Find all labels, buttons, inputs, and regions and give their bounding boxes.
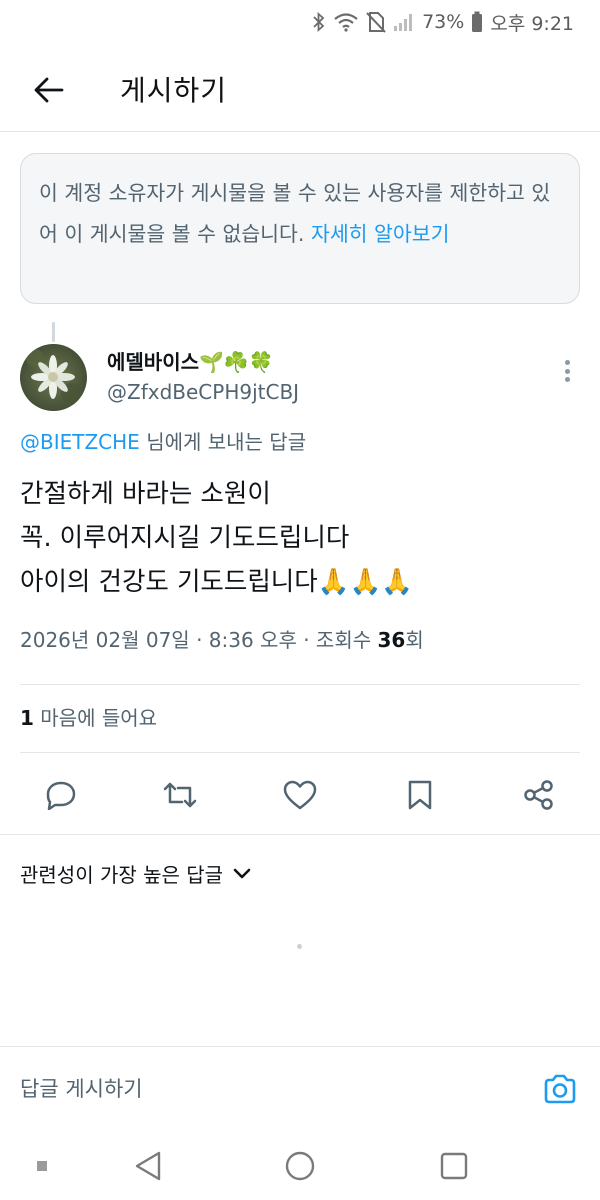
reply-input[interactable]: 답글 게시하기 xyxy=(20,1073,143,1103)
status-bar: 73% 오후 9:21 xyxy=(0,0,600,44)
reply-suffix: 님에게 보내는 답글 xyxy=(146,430,307,454)
square-recents-icon xyxy=(440,1152,468,1180)
chevron-down-icon xyxy=(233,868,251,878)
more-dot-icon xyxy=(564,360,570,365)
view-count: 36 xyxy=(377,628,406,652)
post-text: 간절하게 바라는 소원이 꼭. 이루어지시길 기도드립니다 아이의 건강도 기도… xyxy=(20,472,580,604)
author-handle[interactable]: @ZfxdBeCPH9jtCBJ xyxy=(107,380,299,404)
bluetooth-icon xyxy=(312,12,326,32)
bookmark-button[interactable] xyxy=(397,772,443,818)
small-square-icon xyxy=(37,1161,47,1171)
system-nav-bar xyxy=(0,1132,600,1200)
nav-recents-button[interactable] xyxy=(434,1146,474,1186)
post-timestamp: 2026년 02월 07일 · 8:36 오후 · 조회수 xyxy=(20,628,378,652)
thread-connector-line xyxy=(52,322,55,342)
heart-icon xyxy=(283,780,317,810)
reply-icon xyxy=(46,781,76,810)
divider xyxy=(20,684,580,685)
arrow-left-icon xyxy=(34,77,64,103)
reply-composer: 답글 게시하기 xyxy=(0,1047,600,1131)
reply-context: @BIETZCHE 님에게 보내는 답글 xyxy=(20,426,306,455)
clock: 오후 9:21 xyxy=(490,12,574,35)
post-text-line: 간절하게 바라는 소원이 xyxy=(20,479,271,509)
share-button[interactable] xyxy=(516,772,562,818)
author-emoji: 🌱☘️🍀 xyxy=(199,350,274,374)
camera-icon xyxy=(544,1074,576,1104)
notice-text: 이 계정 소유자가 게시물을 볼 수 있는 사용자를 제한하고 있어 이 게시물… xyxy=(39,181,551,246)
author-name[interactable]: 에델바이스🌱☘️🍀 xyxy=(107,346,274,375)
app-header: 게시하기 xyxy=(0,50,600,130)
reply-button[interactable] xyxy=(38,772,84,818)
back-button[interactable] xyxy=(30,71,68,109)
reply-sort-label: 관련성이 가장 높은 답글 xyxy=(20,863,224,887)
nav-home-button[interactable] xyxy=(280,1146,320,1186)
divider xyxy=(0,834,600,835)
nav-back-button[interactable] xyxy=(128,1146,168,1186)
post-meta: 2026년 02월 07일 · 8:36 오후 · 조회수 36회 xyxy=(20,624,424,653)
no-sim-icon xyxy=(366,11,386,33)
more-options-button[interactable] xyxy=(556,356,578,386)
wifi-icon xyxy=(333,12,359,32)
triangle-back-icon xyxy=(135,1151,161,1181)
repost-icon xyxy=(163,782,197,808)
bookmark-icon xyxy=(408,780,432,810)
page-title: 게시하기 xyxy=(120,74,228,107)
share-icon xyxy=(524,780,553,810)
action-bar xyxy=(0,772,600,818)
likes-stat[interactable]: 1 마음에 들어요 xyxy=(20,702,157,731)
view-suffix: 회 xyxy=(405,628,424,652)
divider xyxy=(20,752,580,753)
likes-count: 1 xyxy=(20,706,34,730)
restriction-notice: 이 계정 소유자가 게시물을 볼 수 있는 사용자를 제한하고 있어 이 게시물… xyxy=(20,153,580,304)
loading-indicator xyxy=(297,944,302,949)
reply-mention-link[interactable]: @BIETZCHE xyxy=(20,430,140,454)
reply-sort-dropdown[interactable]: 관련성이 가장 높은 답글 xyxy=(20,859,251,888)
more-dot-icon xyxy=(564,368,570,374)
avatar[interactable] xyxy=(20,344,87,411)
like-button[interactable] xyxy=(277,772,323,818)
learn-more-link[interactable]: 자세히 알아보기 xyxy=(311,222,450,246)
post-text-line: 아이의 건강도 기도드립니다🙏🙏🙏 xyxy=(20,567,413,597)
signal-icon xyxy=(393,12,415,32)
battery-icon xyxy=(471,11,483,33)
more-dot-icon xyxy=(564,377,570,382)
circle-home-icon xyxy=(285,1151,315,1181)
likes-label: 마음에 들어요 xyxy=(40,706,158,730)
battery-percent: 73% xyxy=(422,11,465,33)
nav-menu-button[interactable] xyxy=(22,1146,62,1186)
post-text-line: 꼭. 이루어지시길 기도드립니다 xyxy=(20,523,350,553)
header-divider xyxy=(0,131,600,132)
repost-button[interactable] xyxy=(157,772,203,818)
camera-button[interactable] xyxy=(540,1069,580,1109)
